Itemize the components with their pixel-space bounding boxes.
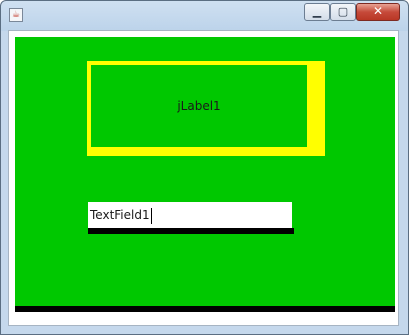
bottom-bar: [15, 306, 395, 312]
text-field[interactable]: TextField1: [88, 202, 292, 228]
minimize-button[interactable]: ▁: [304, 3, 330, 21]
minimize-icon: ▁: [312, 5, 322, 18]
java-coffee-icon[interactable]: ☕: [9, 8, 23, 22]
title-bar[interactable]: ☕ ▁ ▢ ✕: [1, 1, 408, 29]
close-button[interactable]: ✕: [356, 3, 400, 21]
maximize-button[interactable]: ▢: [330, 3, 356, 21]
text-field-underline: [88, 228, 294, 234]
text-caret: [150, 207, 152, 224]
close-icon: ✕: [372, 4, 384, 18]
maximize-icon: ▢: [337, 5, 349, 18]
text-field-value: TextField1: [90, 208, 150, 222]
jlabel: jLabel1: [177, 99, 221, 113]
